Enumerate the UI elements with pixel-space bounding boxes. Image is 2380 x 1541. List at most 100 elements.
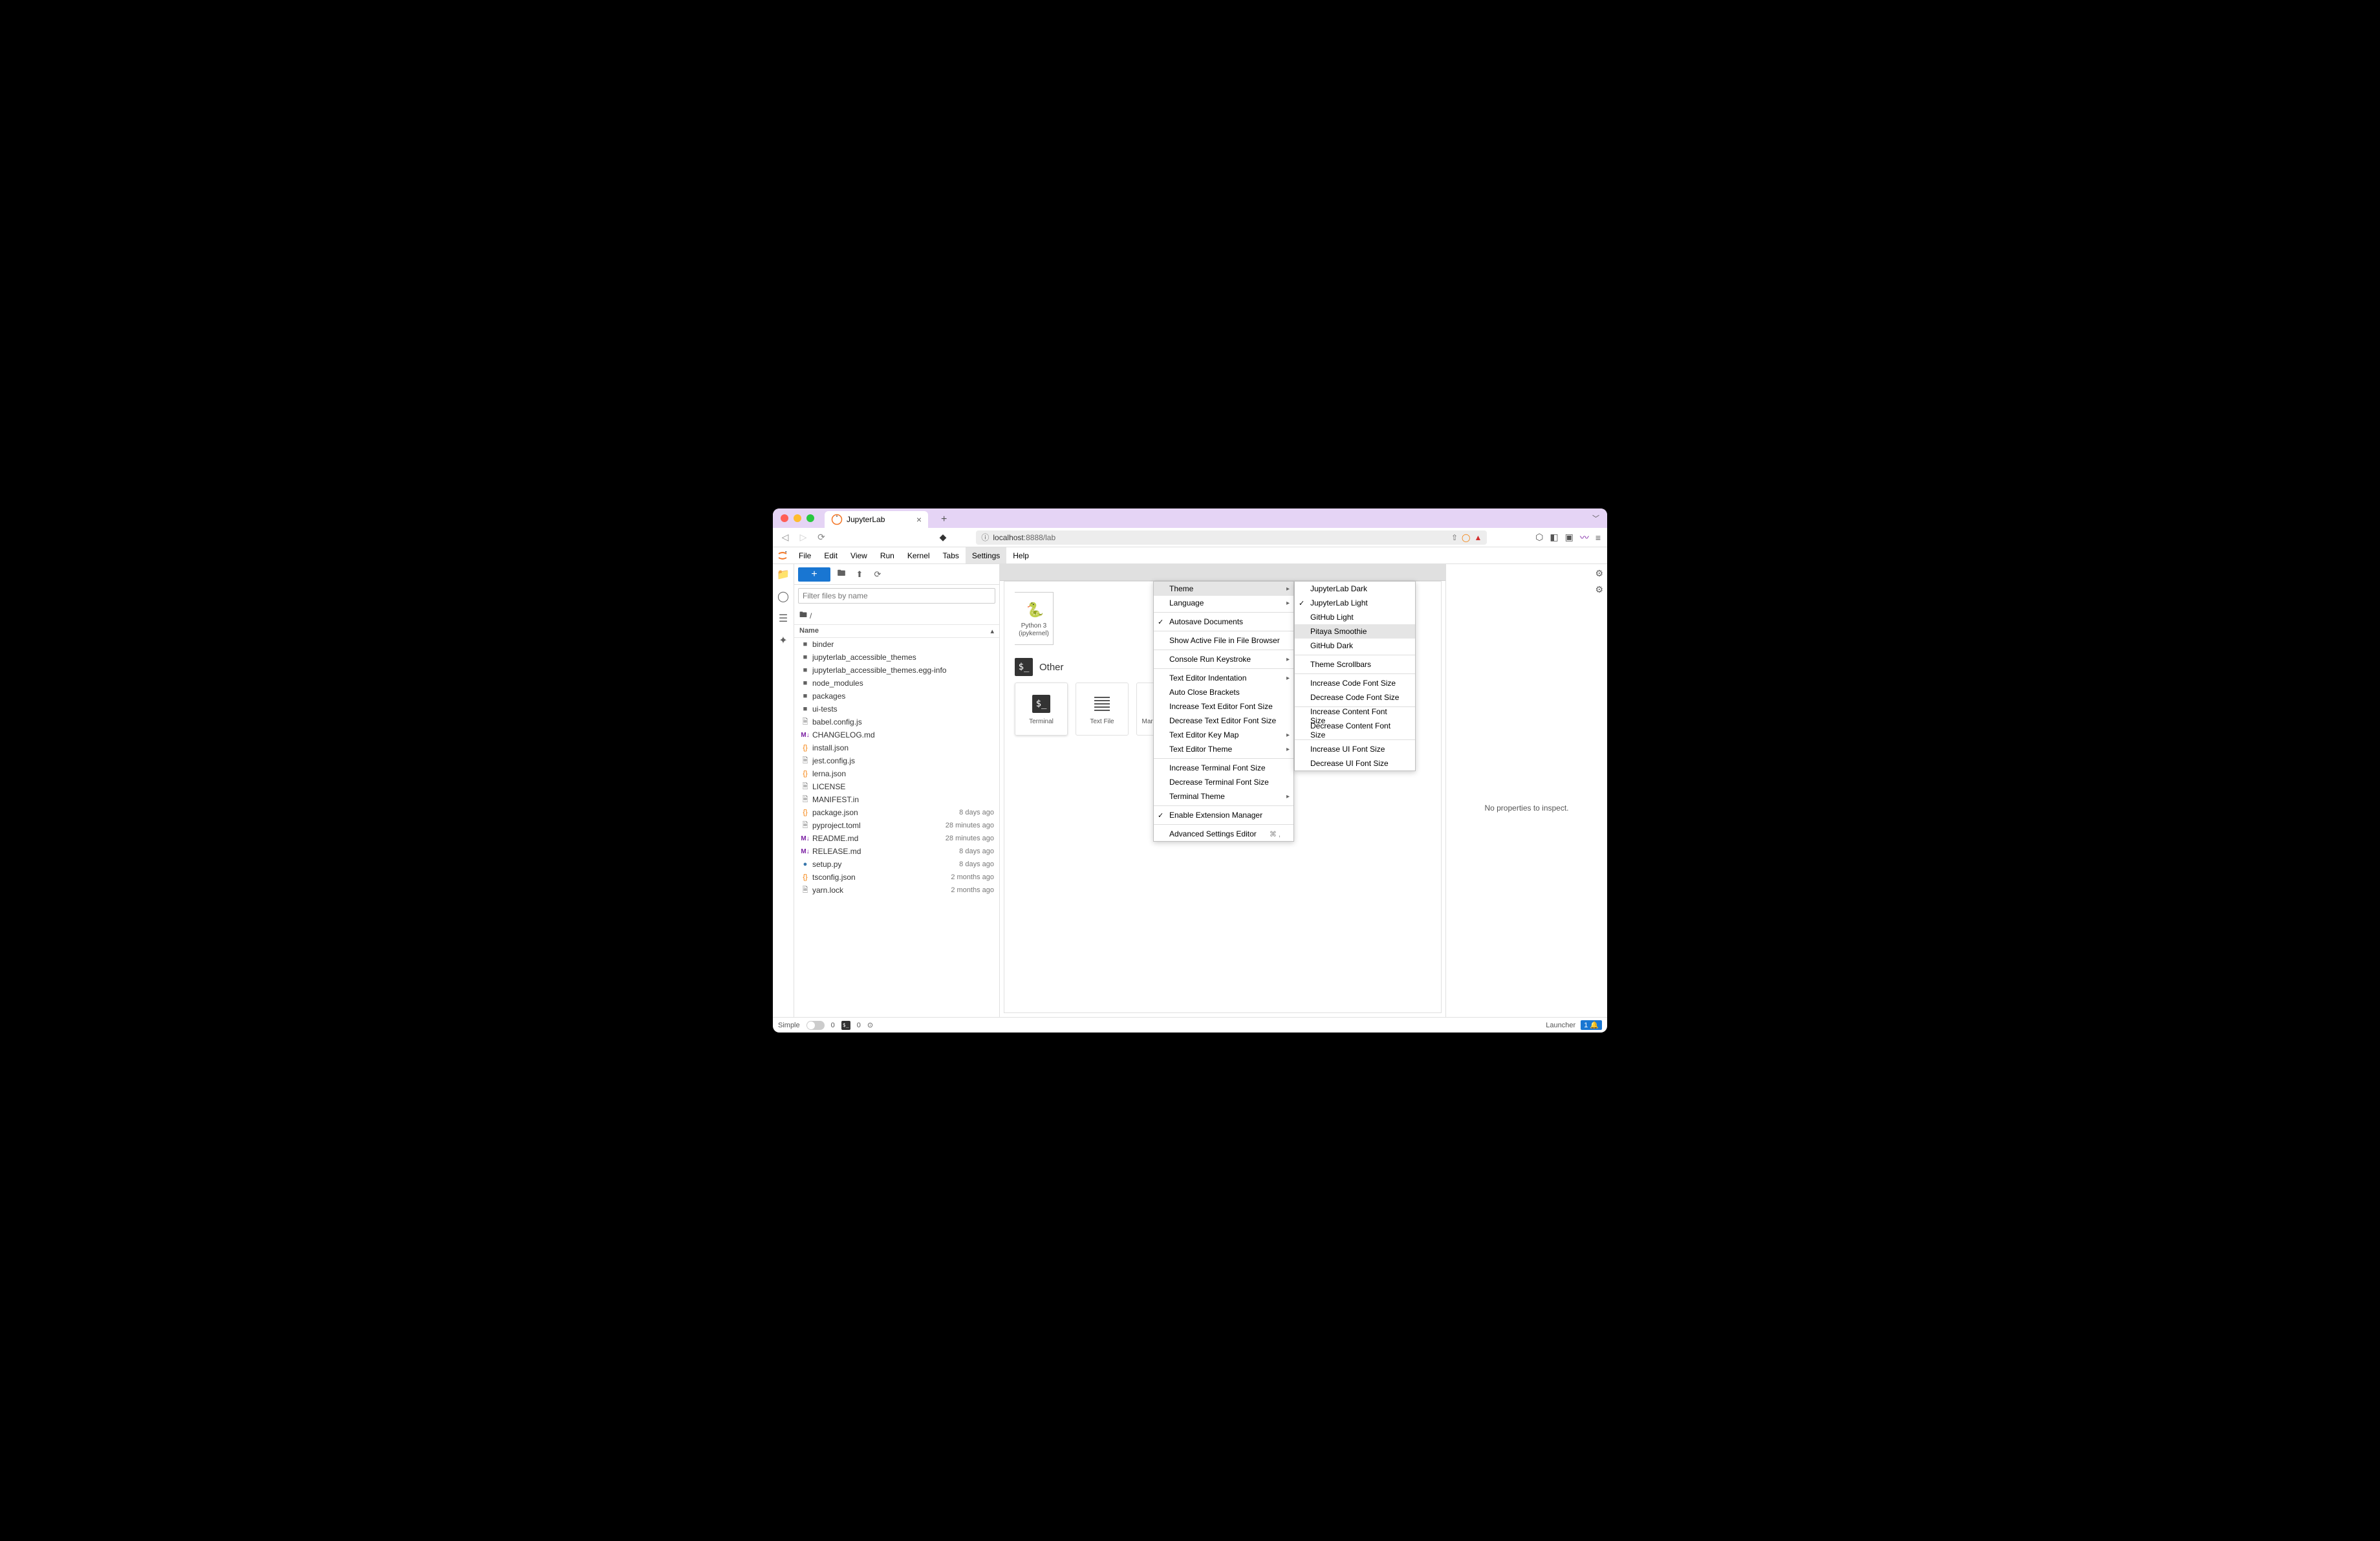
file-row[interactable]: {}tsconfig.json2 months ago [794, 871, 999, 884]
bookmark-icon[interactable]: ◆ [937, 532, 949, 543]
menu-item-increase-code-font-size[interactable]: Increase Code Font Size [1295, 676, 1415, 690]
menu-settings[interactable]: Settings [966, 547, 1006, 563]
file-row[interactable]: 🗎LICENSE [794, 780, 999, 793]
menu-item-autosave-documents[interactable]: ✓Autosave Documents [1154, 615, 1293, 629]
menu-item-github-dark[interactable]: GitHub Dark [1295, 639, 1415, 653]
new-tab-button[interactable]: + [941, 514, 947, 525]
toc-icon[interactable]: ☰ [779, 612, 788, 625]
jupyter-logo[interactable] [773, 547, 792, 563]
document-tabbar[interactable] [1000, 564, 1445, 581]
launcher-card-python-console[interactable]: Python 3(ipykernel) [1015, 592, 1054, 645]
menu-tabs[interactable]: Tabs [936, 547, 966, 563]
simple-toggle[interactable] [806, 1021, 825, 1030]
file-row[interactable]: 🗎yarn.lock2 months ago [794, 884, 999, 897]
brave-warning-icon[interactable]: ▲ [1474, 533, 1482, 542]
file-list-header[interactable]: Name ▴ [794, 624, 999, 638]
menu-item-jupyterlab-light[interactable]: ✓JupyterLab Light [1295, 596, 1415, 610]
menu-item-increase-text-editor-font-size[interactable]: Increase Text Editor Font Size [1154, 699, 1293, 714]
menu-item-theme-scrollbars[interactable]: Theme Scrollbars [1295, 657, 1415, 672]
file-row[interactable]: ■node_modules [794, 677, 999, 690]
menu-item-increase-terminal-font-size[interactable]: Increase Terminal Font Size [1154, 761, 1293, 775]
file-row[interactable]: 🗎pyproject.toml28 minutes ago [794, 819, 999, 832]
file-row[interactable]: {}package.json8 days ago [794, 806, 999, 819]
reload-button[interactable]: ⟳ [816, 532, 827, 543]
menu-run[interactable]: Run [874, 547, 901, 563]
kernels-count[interactable]: 0 [857, 1022, 861, 1029]
file-filter-input[interactable] [798, 588, 995, 604]
menu-item-advanced-settings-editor[interactable]: Advanced Settings Editor⌘ , [1154, 827, 1293, 841]
menu-item-console-run-keystroke[interactable]: Console Run Keystroke [1154, 652, 1293, 666]
file-row[interactable]: {}install.json [794, 741, 999, 754]
folder-icon[interactable]: 📁 [777, 568, 790, 581]
launcher-card-text-file[interactable]: Text File [1076, 683, 1129, 736]
terminals-count[interactable]: 0 [831, 1022, 835, 1029]
file-row[interactable]: M↓README.md28 minutes ago [794, 832, 999, 845]
file-row[interactable]: ■jupyterlab_accessible_themes.egg-info [794, 664, 999, 677]
menu-item-terminal-theme[interactable]: Terminal Theme [1154, 789, 1293, 803]
menu-view[interactable]: View [844, 547, 874, 563]
menu-item-decrease-content-font-size[interactable]: Decrease Content Font Size [1295, 723, 1415, 738]
browser-tab[interactable]: JupyterLab × [825, 511, 928, 528]
menu-help[interactable]: Help [1006, 547, 1035, 563]
upload-icon[interactable]: ⬆ [852, 569, 867, 580]
file-row[interactable]: M↓RELEASE.md8 days ago [794, 845, 999, 858]
back-button[interactable]: ◁ [779, 532, 791, 543]
file-row[interactable]: 🗎babel.config.js [794, 716, 999, 728]
window-minimize[interactable] [794, 514, 801, 522]
window-maximize[interactable] [806, 514, 814, 522]
menu-item-github-light[interactable]: GitHub Light [1295, 610, 1415, 624]
menu-icon[interactable]: ≡ [1596, 532, 1601, 543]
menu-kernel[interactable]: Kernel [901, 547, 936, 563]
file-row[interactable]: ■packages [794, 690, 999, 703]
site-info-icon[interactable]: ⓘ [981, 532, 989, 543]
extensions-icon[interactable]: ⬡ [1535, 532, 1543, 543]
window-close[interactable] [781, 514, 788, 522]
file-row[interactable]: M↓CHANGELOG.md [794, 728, 999, 741]
menu-item-decrease-code-font-size[interactable]: Decrease Code Font Size [1295, 690, 1415, 705]
file-row[interactable]: ●setup.py8 days ago [794, 858, 999, 871]
breadcrumb[interactable]: 🖿 / [794, 607, 999, 624]
menu-item-label: JupyterLab Light [1310, 598, 1368, 607]
new-launcher-button[interactable]: + [798, 567, 830, 582]
url-bar[interactable]: ⓘ localhost:8888/lab ⇧ ◯ ▲ [976, 530, 1487, 545]
refresh-icon[interactable]: ⟳ [871, 569, 885, 580]
new-folder-icon[interactable]: 🖿 [834, 567, 849, 582]
menu-item-increase-ui-font-size[interactable]: Increase UI Font Size [1295, 742, 1415, 756]
file-row[interactable]: 🗎jest.config.js [794, 754, 999, 767]
gear-icon[interactable]: ⚙ [1595, 568, 1603, 579]
launcher-card-terminal[interactable]: $_Terminal [1015, 683, 1068, 736]
menu-item-language[interactable]: Language [1154, 596, 1293, 610]
menu-item-text-editor-indentation[interactable]: Text Editor Indentation [1154, 671, 1293, 685]
menu-file[interactable]: File [792, 547, 817, 563]
tabs-dropdown-icon[interactable]: ﹀ [1592, 513, 1599, 523]
menu-item-auto-close-brackets[interactable]: Auto Close Brackets [1154, 685, 1293, 699]
notification-badge[interactable]: 1 🔔 [1581, 1020, 1602, 1030]
menu-edit[interactable]: Edit [817, 547, 844, 563]
menu-item-theme[interactable]: Theme [1154, 582, 1293, 596]
menu-item-decrease-ui-font-size[interactable]: Decrease UI Font Size [1295, 756, 1415, 770]
brave-shield-icon[interactable]: ◯ [1462, 533, 1470, 542]
menu-item-decrease-terminal-font-size[interactable]: Decrease Terminal Font Size [1154, 775, 1293, 789]
launcher-status[interactable]: Launcher [1546, 1022, 1575, 1029]
extension-manager-icon[interactable]: ✦ [779, 634, 787, 647]
forward-button[interactable]: ▷ [797, 532, 809, 543]
menu-item-show-active-file-in-file-browser[interactable]: Show Active File in File Browser [1154, 633, 1293, 648]
tab-close-icon[interactable]: × [916, 514, 922, 525]
menu-item-decrease-text-editor-font-size[interactable]: Decrease Text Editor Font Size [1154, 714, 1293, 728]
file-row[interactable]: ■binder [794, 638, 999, 651]
bug-icon[interactable]: ⚙ [1595, 584, 1603, 595]
extension-icon[interactable]: 〰 [1580, 531, 1589, 544]
wallet-icon[interactable]: ▣ [1565, 532, 1574, 543]
running-icon[interactable]: ◯ [777, 590, 789, 603]
file-row[interactable]: 🗎MANIFEST.in [794, 793, 999, 806]
menu-item-jupyterlab-dark[interactable]: JupyterLab Dark [1295, 582, 1415, 596]
menu-item-pitaya-smoothie[interactable]: Pitaya Smoothie [1295, 624, 1415, 639]
file-row[interactable]: ■jupyterlab_accessible_themes [794, 651, 999, 664]
file-row[interactable]: ■ui-tests [794, 703, 999, 716]
share-icon[interactable]: ⇧ [1451, 533, 1458, 542]
menu-item-enable-extension-manager[interactable]: ✓Enable Extension Manager [1154, 808, 1293, 822]
menu-item-text-editor-key-map[interactable]: Text Editor Key Map [1154, 728, 1293, 742]
file-row[interactable]: {}lerna.json [794, 767, 999, 780]
sidepanel-icon[interactable]: ◧ [1550, 532, 1558, 543]
menu-item-text-editor-theme[interactable]: Text Editor Theme [1154, 742, 1293, 756]
